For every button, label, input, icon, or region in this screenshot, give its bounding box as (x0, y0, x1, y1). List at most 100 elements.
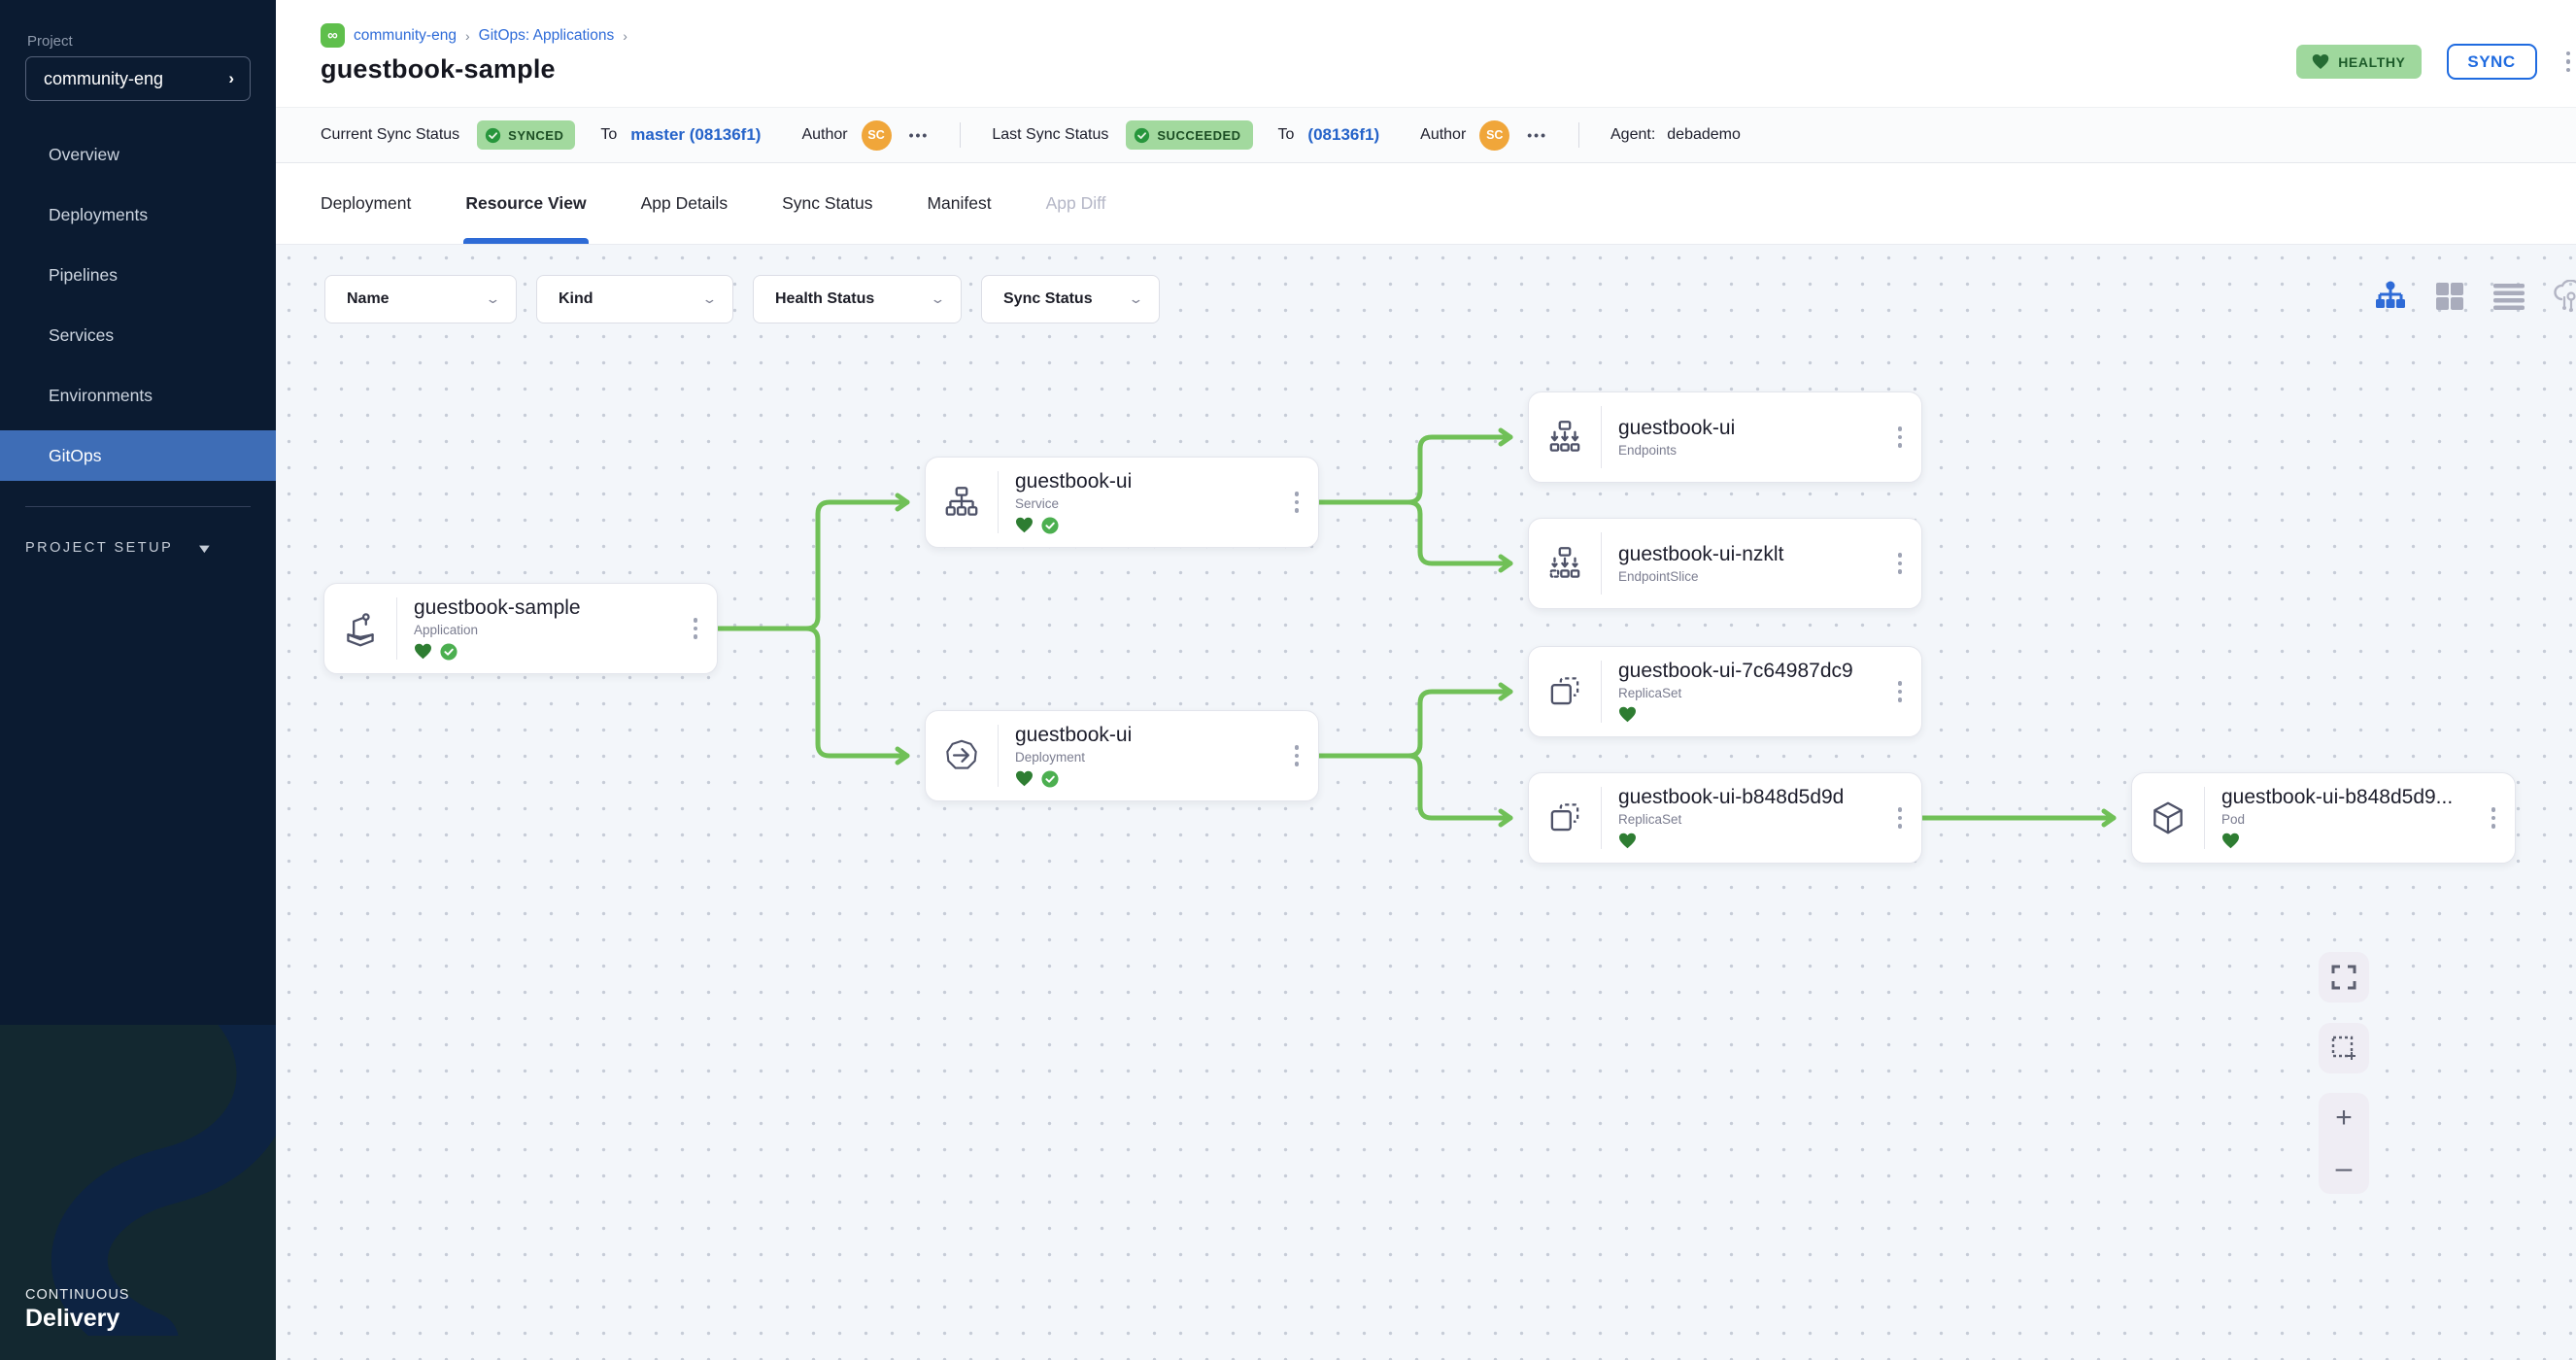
tab-sync-status[interactable]: Sync Status (782, 163, 872, 244)
breadcrumb-section-link[interactable]: GitOps: Applications (479, 27, 615, 45)
resource-graph-canvas[interactable]: Name⌄ Kind⌄ Health Status⌄ Sync Status⌄ (276, 245, 2576, 1360)
node-menu-button[interactable] (1894, 549, 1907, 578)
health-status-badge: HEALTHY (2296, 45, 2421, 79)
breadcrumb: ∞ community-eng › GitOps: Applications › (321, 23, 627, 48)
node-status-badges (414, 642, 690, 661)
node-status-badges (1015, 516, 1291, 534)
author-label: Author (801, 126, 847, 144)
current-sync-group: Current Sync Status SYNCED To master (08… (321, 120, 929, 151)
chevron-down-icon: ▼ (196, 541, 214, 556)
graph-node-pod[interactable]: guestbook-ui-b848d5d9... Pod (2131, 772, 2516, 864)
author-avatar[interactable]: SC (1479, 120, 1509, 151)
chevron-down-icon: ⌄ (930, 291, 945, 307)
status-divider (960, 122, 961, 148)
graph-node-service[interactable]: guestbook-ui Service (925, 457, 1319, 548)
project-setup-toggle[interactable]: PROJECT SETUP ▼ (25, 540, 276, 556)
node-kind: Deployment (1015, 750, 1291, 765)
graph-node-replicaset-7c64987dc9[interactable]: guestbook-ui-7c64987dc9 ReplicaSet (1528, 646, 1922, 737)
current-sync-more-button[interactable]: ••• (909, 127, 930, 143)
sidebar-item-label: Pipelines (49, 265, 118, 286)
sidebar-nav: Overview Deployments Pipelines Services … (0, 124, 276, 556)
marquee-select-icon (2330, 1035, 2357, 1062)
project-selector[interactable]: community-eng › (25, 56, 251, 101)
sidebar-item-label: Deployments (49, 205, 148, 225)
graph-node-endpoints[interactable]: guestbook-ui Endpoints (1528, 391, 1922, 483)
healthy-heart-icon (1015, 517, 1034, 533)
succeeded-badge-label: SUCCEEDED (1157, 128, 1240, 143)
agent-label: Agent: (1610, 126, 1655, 144)
node-title: guestbook-ui (1618, 417, 1894, 440)
sidebar-item-label: Overview (49, 145, 119, 165)
name-filter-dropdown[interactable]: Name⌄ (324, 275, 517, 323)
replicaset-icon (1529, 671, 1601, 712)
application-icon (324, 608, 396, 649)
node-kind: Pod (2221, 812, 2488, 827)
graph-node-replicaset-b848d5d9d[interactable]: guestbook-ui-b848d5d9d ReplicaSet (1528, 772, 1922, 864)
synced-check-icon (1041, 517, 1059, 534)
node-menu-button[interactable] (1894, 423, 1907, 452)
list-view-button[interactable] (2492, 282, 2525, 311)
author-avatar[interactable]: SC (862, 120, 892, 151)
zoom-in-button[interactable]: + (2319, 1093, 2369, 1143)
brand-line2: Delivery (25, 1305, 129, 1333)
node-title: guestbook-ui-b848d5d9... (2221, 786, 2488, 809)
gitops-icon: ∞ (321, 23, 345, 48)
fit-selection-button[interactable] (2319, 1023, 2369, 1073)
breadcrumb-separator: › (623, 28, 627, 44)
project-name: community-eng (44, 69, 163, 89)
graph-node-application[interactable]: guestbook-sample Application (323, 583, 718, 674)
project-setup-label: PROJECT SETUP (25, 540, 173, 556)
filter-label: Kind (559, 290, 593, 308)
node-menu-button[interactable] (1291, 741, 1304, 770)
grid-view-button[interactable] (2434, 281, 2465, 312)
last-sync-target-link[interactable]: (08136f1) (1307, 125, 1379, 145)
breadcrumb-project-link[interactable]: community-eng (354, 27, 457, 45)
health-status-filter-dropdown[interactable]: Health Status⌄ (753, 275, 962, 323)
tab-manifest[interactable]: Manifest (927, 163, 991, 244)
view-toolbar (2374, 280, 2576, 313)
node-kind: ReplicaSet (1618, 686, 1894, 700)
graph-node-deployment[interactable]: guestbook-ui Deployment (925, 710, 1319, 801)
current-sync-target-link[interactable]: master (08136f1) (630, 125, 761, 145)
sidebar-item-label: GitOps (49, 446, 101, 466)
node-menu-button[interactable] (1894, 677, 1907, 706)
node-status-badges (1618, 832, 1894, 850)
graph-node-endpointslice[interactable]: guestbook-ui-nzklt EndpointSlice (1528, 518, 1922, 609)
kind-filter-dropdown[interactable]: Kind⌄ (536, 275, 733, 323)
zoom-out-button[interactable]: – (2319, 1143, 2369, 1194)
chevron-down-icon: ⌄ (1128, 291, 1143, 307)
sidebar-item-overview[interactable]: Overview (0, 124, 276, 185)
node-menu-button[interactable] (2488, 803, 2500, 833)
node-title: guestbook-ui-b848d5d9d (1618, 786, 1894, 809)
tab-resource-view[interactable]: Resource View (465, 163, 586, 244)
node-status-badges (2221, 832, 2488, 850)
node-status-badges (1618, 705, 1894, 724)
node-menu-button[interactable] (690, 614, 702, 643)
agent-value: debademo (1667, 126, 1741, 144)
check-circle-icon (485, 127, 501, 144)
sidebar-item-services[interactable]: Services (0, 305, 276, 365)
sidebar-item-deployments[interactable]: Deployments (0, 185, 276, 245)
tree-view-button[interactable] (2374, 281, 2407, 312)
tab-deployment[interactable]: Deployment (321, 163, 411, 244)
fullscreen-button[interactable] (2319, 952, 2369, 1003)
node-kind: Application (414, 623, 690, 637)
node-menu-button[interactable] (1291, 488, 1304, 517)
sidebar-item-environments[interactable]: Environments (0, 365, 276, 425)
header-actions: HEALTHY SYNC (2296, 44, 2560, 80)
header-menu-button[interactable] (2562, 48, 2575, 77)
sync-status-filter-dropdown[interactable]: Sync Status⌄ (981, 275, 1160, 323)
last-sync-more-button[interactable]: ••• (1527, 127, 1547, 143)
sidebar-item-gitops[interactable]: GitOps (0, 430, 276, 481)
tab-app-details[interactable]: App Details (641, 163, 729, 244)
synced-check-icon (440, 643, 458, 661)
synced-badge: SYNCED (477, 120, 575, 150)
last-sync-label: Last Sync Status (992, 126, 1108, 144)
grid-view-icon (2434, 281, 2465, 312)
node-menu-button[interactable] (1894, 803, 1907, 833)
healthy-heart-icon (1015, 770, 1034, 787)
sync-button[interactable]: SYNC (2447, 44, 2537, 80)
filter-label: Name (347, 290, 390, 308)
sidebar-item-pipelines[interactable]: Pipelines (0, 245, 276, 305)
cluster-view-button[interactable] (2553, 280, 2576, 313)
